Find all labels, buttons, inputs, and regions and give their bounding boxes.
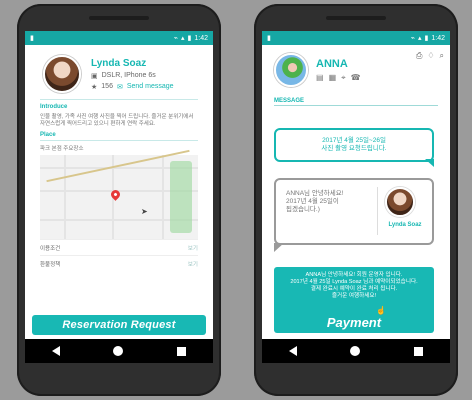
photographer-profile-screen: ▮ ⌁ ▴ ▮ 1:42 Lynda Soaz ▣ DSLR, IPhone 6… <box>25 31 213 363</box>
battery-icon: ▮ <box>424 35 429 42</box>
reply-line-1: ANNA님 안녕하세요! <box>286 190 344 197</box>
message-icon[interactable]: ✉ <box>117 83 123 91</box>
request-message-bubble: 2017년 4월 25일~26일 사진 촬영 요청드립니다. <box>274 128 434 167</box>
photographer-avatar[interactable] <box>43 55 81 93</box>
hand-cursor-icon: ☝ <box>376 306 386 315</box>
place-divider <box>40 140 198 141</box>
status-bar: ▮ ⌁ ▴ ▮ 1:42 <box>25 31 213 45</box>
place-label: Place <box>40 132 56 138</box>
profile-details: Lynda Soaz ▣ DSLR, IPhone 6s ★ 156 ✉ Sen… <box>91 58 174 91</box>
reply-divider <box>377 187 378 235</box>
payment-button[interactable]: Payment <box>274 316 434 329</box>
equipment-line: ▣ DSLR, IPhone 6s <box>91 72 174 80</box>
left-phone-mockup: ▮ ⌁ ▴ ▮ 1:42 Lynda Soaz ▣ DSLR, IPhone 6… <box>17 4 221 396</box>
top-action-icons: ⎙ ♢ ⌕ <box>416 51 444 61</box>
terms-view-link[interactable]: 보기 <box>188 244 198 252</box>
profile-header: Lynda Soaz ▣ DSLR, IPhone 6s ★ 156 ✉ Sen… <box>25 45 213 99</box>
message-divider <box>274 105 438 106</box>
booking-message-screen: ▮ ⌁ ▴ ▮ 1:42 ANNA ▤ ▦ ⌖ ☎ ⎙ ♢ ⌕ MESSAGE … <box>262 31 450 363</box>
customer-avatar[interactable] <box>274 53 308 87</box>
send-message-link[interactable]: Send message <box>127 83 174 90</box>
payment-line-3: 결제 완료시 예약이 완료 처리 됩니다. <box>310 286 398 292</box>
battery-icon: ▮ <box>187 35 192 42</box>
android-navigation-bar <box>25 339 213 363</box>
phone-speaker <box>326 16 386 20</box>
refund-policy-label: 환불정책 <box>40 261 61 268</box>
phone-icon[interactable]: ☎ <box>351 73 361 83</box>
status-time: 1:42 <box>431 34 445 42</box>
customer-action-icons: ▤ ▦ ⌖ ☎ <box>316 73 361 83</box>
place-text: 파크 본점 주요장소 <box>40 146 84 152</box>
equipment-text: DSLR, IPhone 6s <box>101 72 156 79</box>
right-phone-mockup: ▮ ⌁ ▴ ▮ 1:42 ANNA ▤ ▦ ⌖ ☎ ⎙ ♢ ⌕ MESSAGE … <box>254 4 458 396</box>
wifi-icon: ⌁ <box>173 35 178 42</box>
reply-line-3: 됩겠습니다.) <box>286 206 320 213</box>
message-section-label: MESSAGE <box>274 98 305 104</box>
refund-policy-view-link[interactable]: 보기 <box>188 260 198 268</box>
camera-icon: ▣ <box>91 72 98 80</box>
payment-message-box: ANNA님 안녕하세요! 회원 운영자 입니다. 2017년 4월 25일 Ly… <box>274 267 434 333</box>
search-icon[interactable]: ⌕ <box>440 51 444 61</box>
bell-icon[interactable]: ♢ <box>427 51 434 61</box>
payment-line-2: 2017년 4월 25일 Lynda Soaz 님과 예약이되었습니다. <box>290 279 418 285</box>
payment-line-4: 즐거운 여행하세요! <box>331 293 377 299</box>
photographer-small-name: Lynda Soaz <box>388 222 422 228</box>
back-icon[interactable] <box>51 346 60 356</box>
reply-line-2: 2017년 4월 25일이 <box>286 198 339 205</box>
recent-apps-icon[interactable] <box>414 346 424 356</box>
home-icon[interactable] <box>113 346 124 356</box>
recent-apps-icon[interactable] <box>177 346 187 356</box>
printer-icon[interactable]: ⎙ <box>416 51 422 61</box>
back-icon[interactable] <box>288 346 297 356</box>
introduce-text: 인물 촬영, 가족 사진 여행 사진을 찍어 드립니다. 즐거운 분위기에서 자… <box>40 114 194 127</box>
wifi-icon: ⌁ <box>410 35 415 42</box>
notification-icon: ▮ <box>267 35 271 42</box>
status-bar: ▮ ⌁ ▴ ▮ 1:42 <box>262 31 450 45</box>
terms-row[interactable]: 이용조건 보기 <box>40 239 198 255</box>
signal-icon: ▴ <box>181 35 185 42</box>
pointer-cursor-icon: ➤ <box>141 207 148 216</box>
terms-label: 이용조건 <box>40 245 61 252</box>
android-navigation-bar <box>262 339 450 363</box>
introduce-label: Introduce <box>40 104 68 110</box>
notification-icon: ▮ <box>30 35 34 42</box>
rating-count: 156 <box>101 83 113 90</box>
location-map[interactable]: ➤ <box>40 155 198 239</box>
request-message-text: 사진 촬영 요청드립니다. <box>321 145 387 152</box>
calendar-icon[interactable]: ▦ <box>329 73 337 83</box>
reply-message-bubble: ANNA님 안녕하세요! 2017년 4월 25일이 됩겠습니다.) Lynda… <box>274 178 434 252</box>
customer-header: ANNA ▤ ▦ ⌖ ☎ ⎙ ♢ ⌕ <box>262 45 450 91</box>
star-icon: ★ <box>91 83 98 91</box>
rating-and-message-line: ★ 156 ✉ Send message <box>91 83 174 91</box>
customer-name: ANNA <box>316 57 348 70</box>
reply-message-text: ANNA님 안녕하세요! 2017년 4월 25일이 됩겠습니다.) <box>286 190 376 214</box>
profile-divider <box>40 99 198 100</box>
map-pin-icon[interactable] <box>109 188 122 201</box>
request-date-text: 2017년 4월 25일~26일 <box>322 137 386 144</box>
refund-policy-row[interactable]: 환불정책 보기 <box>40 255 198 271</box>
wallet-icon[interactable]: ▤ <box>316 73 324 83</box>
payment-line-1: ANNA님 안녕하세요! 회원 운영자 입니다. <box>305 272 403 278</box>
photographer-name: Lynda Soaz <box>91 57 147 69</box>
location-icon[interactable]: ⌖ <box>341 73 346 83</box>
customer-details: ANNA ▤ ▦ ⌖ ☎ <box>316 58 361 83</box>
home-icon[interactable] <box>350 346 361 356</box>
photographer-small-avatar[interactable] <box>385 187 415 217</box>
reservation-request-button[interactable]: Reservation Request <box>32 315 206 335</box>
status-time: 1:42 <box>194 34 208 42</box>
phone-speaker <box>89 16 149 20</box>
signal-icon: ▴ <box>418 35 422 42</box>
